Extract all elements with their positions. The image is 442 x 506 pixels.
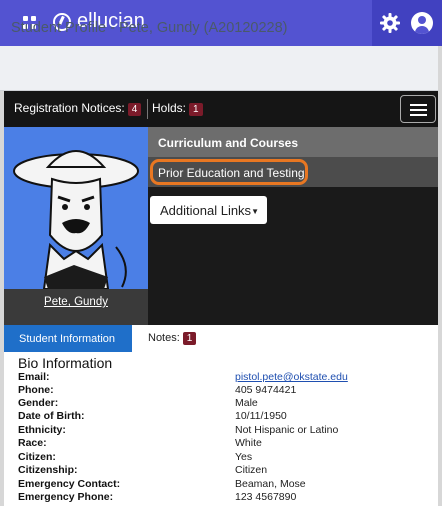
bio-label: Race: [18,437,47,449]
bio-label: Citizen: [18,451,56,463]
bio-row-emergency-phone: Emergency Phone: 123 4567890 [18,491,438,504]
tab-student-information[interactable]: Student Information [4,325,132,352]
bio-value: 123 4567890 [235,491,297,503]
bio-value: 10/11/1950 [235,410,287,422]
highlight-outline [150,159,308,185]
student-name-link[interactable]: Pete, Gundy [4,296,148,308]
left-gutter [0,91,4,506]
bio-value: Citizen [235,464,268,476]
bio-row-date-of-birth: Date of Birth: 10/11/1950 [18,410,438,423]
registration-notices-link[interactable]: Registration Notices: 4 [14,101,142,116]
additional-links-dropdown[interactable]: Additional Links▼ [150,196,267,224]
bio-value: Beaman, Mose [235,478,306,490]
bio-label: Ethnicity: [18,424,66,436]
bio-value: Not Hispanic or Latino [235,424,339,436]
bio-value: Yes [235,451,253,463]
holds-badge: 1 [189,103,203,116]
bio-label: Phone: [18,384,54,396]
curriculum-and-courses-item[interactable]: Curriculum and Courses [148,127,438,157]
bio-label: Emergency Contact: [18,478,121,490]
page-title: Student Profile - Pete, Gundy (A20120228… [11,20,288,36]
bio-heading: Bio Information [18,355,113,371]
page-title-bar [0,46,442,91]
bio-label: Date of Birth: [18,410,85,422]
profile-photo [4,127,148,289]
bio-row-ethnicity: Ethnicity: Not Hispanic or Latino [18,424,438,437]
notes-badge: 1 [182,332,197,345]
bio-value: White [235,437,262,449]
bio-row-race: Race: White [18,437,438,450]
bio-label: Gender: [18,397,59,409]
additional-links-label: Additional Links [160,203,252,218]
divider [147,99,148,119]
bio-label: Citizenship: [18,464,78,476]
scrollbar[interactable] [438,46,442,506]
bio-row-phone: Phone: 405 9474421 [18,384,438,397]
bio-value: Male [235,397,258,409]
tab-notes[interactable]: Notes: 1 [148,332,197,345]
notices-bar: Registration Notices: 4 Holds: 1 [4,91,438,127]
user-icon[interactable] [411,12,433,34]
bio-row-citizen: Citizen: Yes [18,451,438,464]
gear-icon[interactable] [380,13,400,33]
bio-value: 405 9474421 [235,384,297,396]
bio-row-emergency-contact: Emergency Contact: Beaman, Mose [18,478,438,491]
registration-notices-badge: 4 [127,103,142,116]
bio-row-citizenship: Citizenship: Citizen [18,464,438,477]
hamburger-menu-button[interactable] [400,95,436,123]
registration-notices-label: Registration Notices: [14,101,125,115]
bio-row-email: Email: pistol.pete@okstate.edu [18,371,438,384]
holds-label: Holds: [152,101,187,115]
bio-label: Email: [18,371,50,383]
bio-row-gender: Gender: Male [18,397,438,410]
holds-link[interactable]: Holds: 1 [152,101,203,116]
bio-label: Emergency Phone: [18,491,114,503]
caret-down-icon: ▼ [251,207,259,217]
notes-label: Notes: [148,332,180,344]
email-link[interactable]: pistol.pete@okstate.edu [235,371,348,383]
